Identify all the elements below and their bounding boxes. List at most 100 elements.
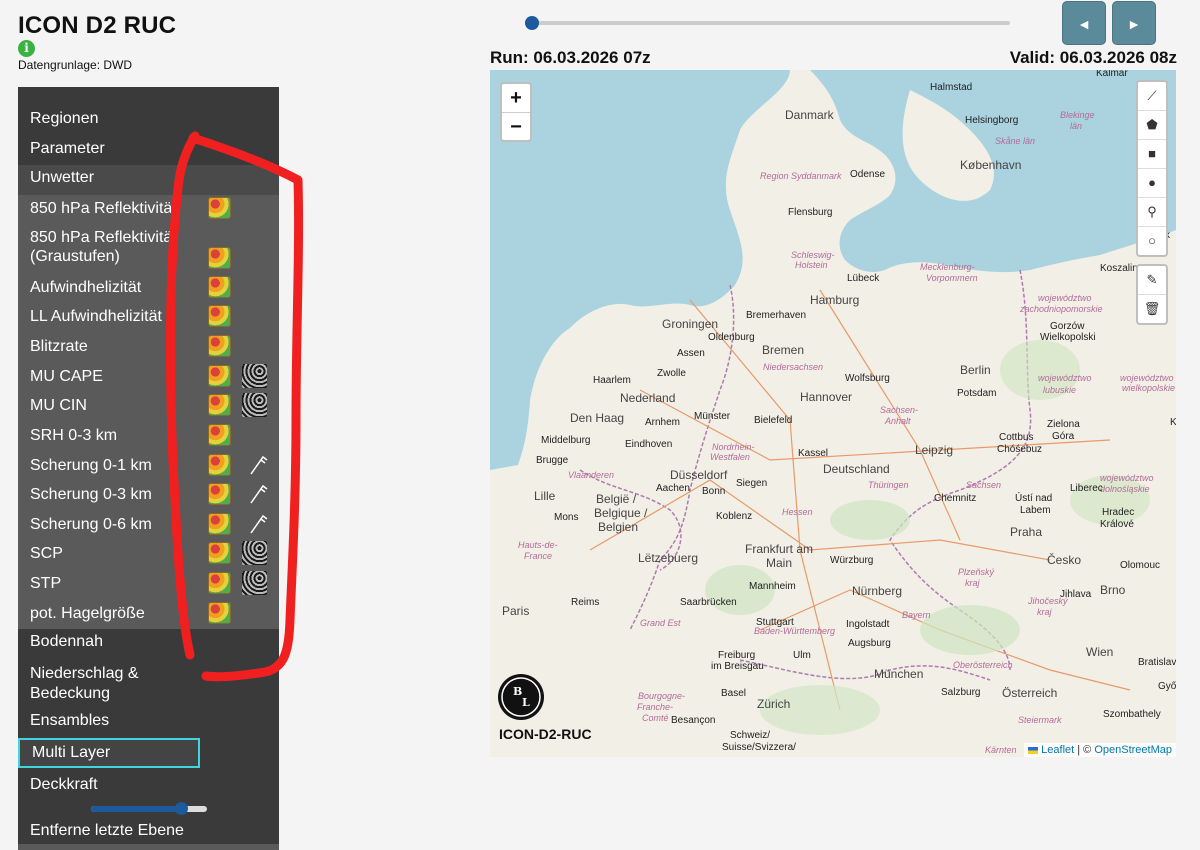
map-place-label: Potsdam [957, 388, 997, 399]
unwetter-item[interactable]: 850 hPa Reflektivitä (Graustufen) [18, 228, 279, 266]
zoom-in-button[interactable]: + [502, 84, 530, 113]
map-place-label: Helsingborg [965, 115, 1019, 126]
sidebar-bottom-bar [18, 844, 279, 850]
app-title: ICON D2 RUC [18, 12, 177, 39]
prev-time-button[interactable]: ◄ [1062, 1, 1106, 45]
menu-ensambles[interactable]: Ensambles [18, 712, 279, 730]
menu-unwetter[interactable]: Unwetter [18, 169, 279, 187]
menu-niederschlag[interactable]: Niederschlag & Bedeckung [18, 664, 279, 704]
map-view[interactable]: Kalmar Halmstad Danmark Helsingborg Blekinge… [490, 70, 1176, 757]
unwetter-item-label: LL Aufwindhelizität [30, 308, 162, 325]
circle-marker-icon[interactable]: ● [1138, 169, 1166, 198]
map-place-label: Hradec [1102, 507, 1135, 518]
unwetter-item[interactable]: 850 hPa Reflektivität [18, 199, 279, 218]
unwetter-item[interactable]: pot. Hagelgröße [18, 604, 279, 623]
multi-layer-button[interactable]: Multi Layer [18, 738, 200, 768]
color-map-icon[interactable] [208, 424, 231, 446]
color-map-icon[interactable] [208, 483, 231, 505]
map-place-label: Győr [1158, 681, 1176, 692]
unwetter-item[interactable]: SCP [18, 544, 279, 563]
unwetter-item-label: MU CIN [30, 397, 87, 414]
remove-last-layer-button[interactable]: Entferne letzte Ebene [18, 822, 279, 840]
contour-map-icon[interactable] [242, 571, 267, 595]
unwetter-item-label: SRH 0-3 km [30, 427, 118, 444]
unwetter-item[interactable]: Scherung 0-3 km [18, 485, 279, 504]
polygon-icon[interactable]: ⬟ [1138, 111, 1166, 140]
menu-regionen[interactable]: Regionen [18, 110, 279, 128]
unwetter-item[interactable]: Scherung 0-6 km [18, 515, 279, 534]
unwetter-item-label: Scherung 0-6 km [30, 516, 152, 533]
map-place-label: Holstein [795, 260, 828, 270]
time-slider[interactable] [528, 21, 1010, 25]
wind-barb-icon[interactable] [248, 483, 268, 505]
circle-icon[interactable]: ○ [1138, 227, 1166, 255]
unwetter-item[interactable]: LL Aufwindhelizität [18, 307, 279, 326]
map-place-label: Olomouc [1120, 560, 1161, 571]
unwetter-item[interactable]: Aufwindhelizität [18, 278, 279, 297]
deckkraft-slider-thumb[interactable] [175, 802, 189, 815]
map-place-label: Basel [721, 688, 747, 699]
map-place-label: województwo [1038, 373, 1092, 383]
contour-map-icon[interactable] [242, 541, 267, 565]
color-map-icon[interactable] [208, 276, 231, 298]
contour-map-icon[interactable] [242, 393, 267, 417]
edit-icon[interactable]: ✎ [1138, 266, 1166, 295]
map-place-label: München [874, 667, 924, 681]
unwetter-item[interactable]: STP [18, 574, 279, 593]
menu-parameter[interactable]: Parameter [18, 140, 279, 158]
map-place-label: Österreich [1002, 686, 1058, 700]
leaflet-link[interactable]: Leaflet [1041, 744, 1074, 756]
map-place-label: Gorzów [1050, 321, 1085, 332]
unwetter-item[interactable]: Scherung 0-1 km [18, 456, 279, 475]
map-place-label: Steiermark [1018, 715, 1062, 725]
color-map-icon[interactable] [208, 197, 231, 219]
polyline-icon[interactable]: ⟋ [1138, 82, 1166, 111]
bl-logo: B L [498, 674, 544, 720]
map-place-label: lubuskie [1043, 385, 1077, 395]
map-place-label: Baden-Württemberg [754, 626, 836, 636]
map-place-label: Düsseldorf [670, 468, 728, 482]
map-place-label: Plzeňský [958, 567, 995, 577]
color-map-icon[interactable] [208, 572, 231, 594]
map-place-label: Mons [554, 512, 579, 523]
unwetter-item[interactable]: SRH 0-3 km [18, 426, 279, 445]
map-place-label: Middelburg [541, 435, 591, 446]
deckkraft-slider[interactable] [91, 802, 207, 815]
color-map-icon[interactable] [208, 513, 231, 535]
map-place-label: Schweiz/ [730, 730, 771, 741]
info-icon[interactable]: i [18, 40, 35, 57]
color-map-icon[interactable] [208, 394, 231, 416]
color-map-icon[interactable] [208, 335, 231, 357]
zoom-out-button[interactable]: − [502, 113, 530, 141]
wind-barb-icon[interactable] [248, 454, 268, 476]
color-map-icon[interactable] [208, 247, 231, 269]
map-place-label: Lille [534, 489, 556, 503]
map-place-label: Bayern [902, 610, 931, 620]
color-map-icon[interactable] [208, 602, 231, 624]
unwetter-item[interactable]: MU CAPE [18, 367, 279, 386]
rectangle-icon[interactable]: ■ [1138, 140, 1166, 169]
menu-bodennah[interactable]: Bodennah [18, 633, 279, 651]
delete-icon[interactable]: 🗑 [1138, 295, 1166, 323]
contour-map-icon[interactable] [242, 364, 267, 388]
ukraine-flag-icon [1028, 746, 1039, 754]
color-map-icon[interactable] [208, 305, 231, 327]
data-source-label: Datengrunlage: DWD [18, 58, 133, 72]
next-time-button[interactable]: ► [1112, 1, 1156, 45]
map-place-label: Kalis [1170, 417, 1176, 428]
map-place-label: Belgique / [594, 506, 648, 520]
map-place-label: Mannheim [749, 581, 796, 592]
unwetter-item-label: pot. Hagelgröße [30, 605, 145, 622]
unwetter-item[interactable]: MU CIN [18, 396, 279, 415]
marker-icon[interactable]: ⚲ [1138, 198, 1166, 227]
map-place-label: Kalmar [1096, 70, 1128, 79]
osm-link[interactable]: OpenStreetMap [1094, 744, 1172, 756]
color-map-icon[interactable] [208, 542, 231, 564]
map-place-label: Vlaanderen [568, 470, 615, 480]
time-slider-thumb[interactable] [525, 16, 539, 30]
color-map-icon[interactable] [208, 365, 231, 387]
map-place-label: Cottbus [999, 432, 1034, 443]
color-map-icon[interactable] [208, 454, 231, 476]
unwetter-item[interactable]: Blitzrate [18, 337, 279, 356]
wind-barb-icon[interactable] [248, 513, 268, 535]
